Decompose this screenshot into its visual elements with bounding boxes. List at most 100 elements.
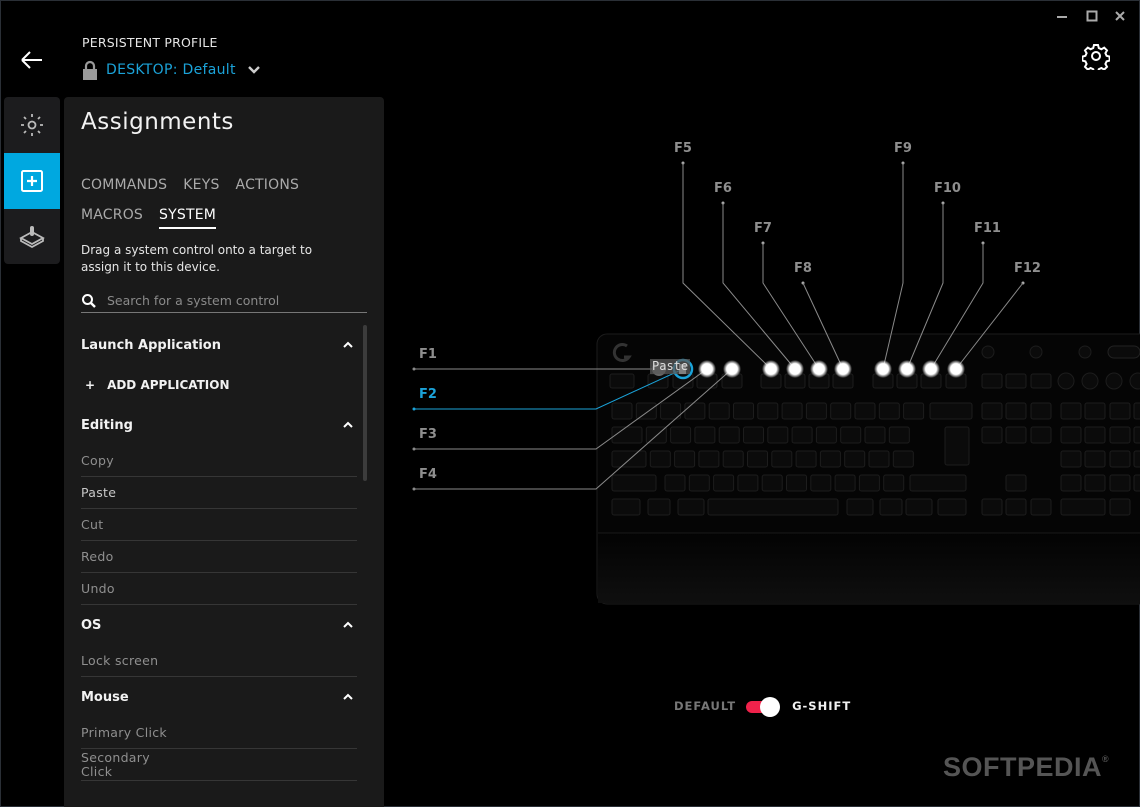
keycap <box>819 450 841 468</box>
list-item-undo[interactable]: Undo <box>81 573 357 605</box>
keycap <box>747 450 768 468</box>
fkey-target-f12[interactable] <box>947 360 965 378</box>
fkey-label-f8[interactable]: F8 <box>794 261 812 276</box>
keycap <box>844 450 866 468</box>
fkey-target-f6[interactable] <box>786 360 804 378</box>
fkey-target-f4[interactable] <box>723 360 741 378</box>
keycap <box>1030 373 1052 389</box>
fkey-label-f5[interactable]: F5 <box>674 141 692 156</box>
list-item-cut[interactable]: Cut <box>81 509 357 541</box>
minimize-icon <box>1057 16 1067 18</box>
fkey-label-f7[interactable]: F7 <box>754 221 772 236</box>
media-button <box>1081 372 1099 390</box>
keycap <box>737 474 759 492</box>
add-application-button[interactable]: + ADD APPLICATION <box>81 365 357 405</box>
keycap <box>1133 450 1140 468</box>
list-item-copy[interactable]: Copy <box>81 445 357 477</box>
keycap <box>1030 426 1052 444</box>
keycap <box>1109 474 1131 492</box>
fkey-label-f11[interactable]: F11 <box>974 221 1001 236</box>
minimize-button[interactable] <box>1052 8 1072 24</box>
chevron-up-icon <box>343 341 353 348</box>
tab-keys[interactable]: KEYS <box>183 177 219 193</box>
fkey-target-f7[interactable] <box>810 360 828 378</box>
keycap <box>674 450 696 468</box>
section-header-os[interactable]: OS <box>81 605 357 645</box>
tab-macros[interactable]: MACROS <box>81 207 143 223</box>
fkey-target-f5[interactable] <box>762 360 780 378</box>
panel-scrollbar[interactable] <box>363 325 367 481</box>
profile-selector[interactable]: DESKTOP: Default <box>82 60 260 80</box>
keycap <box>647 498 671 516</box>
fkey-target-f10[interactable] <box>898 360 916 378</box>
keycap <box>888 426 910 444</box>
list-item-redo[interactable]: Redo <box>81 541 357 573</box>
rail-item-game-mode[interactable] <box>4 209 60 264</box>
keycap <box>1060 474 1082 492</box>
chevron-up-icon <box>343 693 353 700</box>
gshift-toggle[interactable] <box>746 697 782 717</box>
plus-square-icon <box>21 170 43 192</box>
search-bar <box>81 289 367 313</box>
close-button[interactable] <box>1110 8 1130 24</box>
fkey-label-f6[interactable]: F6 <box>714 181 732 196</box>
keycap <box>708 402 730 420</box>
rail-item-assignments[interactable] <box>4 153 60 209</box>
fkey-label-f3[interactable]: F3 <box>419 427 437 442</box>
maximize-button[interactable] <box>1082 8 1102 24</box>
section-title: Launch Application <box>81 337 221 353</box>
section-header-launch-application[interactable]: Launch Application <box>81 325 357 365</box>
panel-title: Assignments <box>81 109 234 135</box>
fkey-target-f3[interactable] <box>698 360 716 378</box>
fkey-target-f11[interactable] <box>922 360 940 378</box>
keycap <box>1084 474 1106 492</box>
fkey-label-f12[interactable]: F12 <box>1014 261 1041 276</box>
fkey-label-f10[interactable]: F10 <box>934 181 961 196</box>
fkey-target-f9[interactable] <box>874 360 892 378</box>
fkey-label-f9[interactable]: F9 <box>894 141 912 156</box>
keycap <box>1060 450 1082 468</box>
fkey-label-f1[interactable]: F1 <box>419 347 437 362</box>
keycap <box>1060 402 1082 420</box>
gshift-mode-label: G-SHIFT <box>792 699 852 713</box>
keycap <box>1133 402 1140 420</box>
rail-item-lighting[interactable] <box>4 97 60 153</box>
keycap <box>909 474 967 492</box>
tab-bar: COMMANDS KEYS ACTIONS MACROS SYSTEM <box>81 170 371 230</box>
tab-system[interactable]: SYSTEM <box>159 207 217 229</box>
keycap <box>786 474 807 492</box>
list-item-paste[interactable]: Paste <box>81 477 357 509</box>
back-button[interactable] <box>18 48 46 72</box>
section-header-editing[interactable]: Editing <box>81 405 357 445</box>
keycap <box>981 402 1003 420</box>
keycap <box>611 402 633 420</box>
keycap <box>864 426 886 444</box>
keycap <box>981 373 1003 389</box>
game-mode-button <box>1029 345 1043 359</box>
chevron-down-icon <box>247 66 260 74</box>
settings-button[interactable] <box>1081 42 1111 74</box>
gear-icon <box>1081 44 1111 74</box>
keycap <box>1133 474 1140 492</box>
sun-icon <box>21 114 43 136</box>
volume-roller <box>1107 345 1140 359</box>
search-input[interactable] <box>107 293 357 308</box>
list-item-secondary-click[interactable]: Secondary Click <box>81 749 357 781</box>
fkey-target-f8[interactable] <box>834 360 852 378</box>
tab-commands[interactable]: COMMANDS <box>81 177 167 193</box>
section-header-mouse[interactable]: Mouse <box>81 677 357 717</box>
chevron-up-icon <box>343 421 353 428</box>
list-item-lock-screen[interactable]: Lock screen <box>81 645 357 677</box>
keycap <box>1005 426 1027 444</box>
keycap <box>743 426 764 444</box>
keycap <box>858 474 880 492</box>
tab-actions[interactable]: ACTIONS <box>236 177 300 193</box>
list-item-primary-click[interactable]: Primary Click <box>81 717 357 749</box>
keycap <box>830 402 852 420</box>
fkey-label-f2[interactable]: F2 <box>419 387 437 402</box>
search-icon <box>82 293 96 308</box>
fkey-label-f4[interactable]: F4 <box>419 467 437 482</box>
keycap <box>1084 450 1106 468</box>
keycap <box>1084 426 1106 444</box>
keycap <box>635 402 657 420</box>
